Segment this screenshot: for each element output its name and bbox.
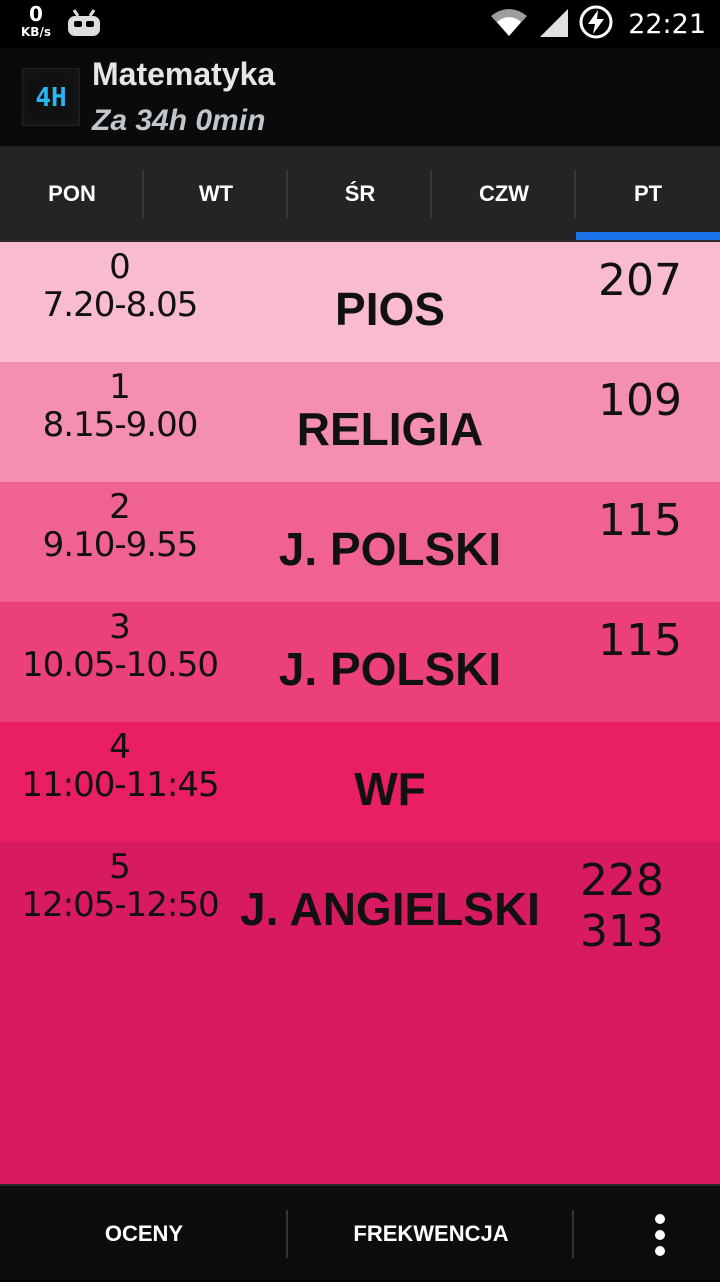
lesson-row[interactable]: 3 10.05-10.50 J. POLSKI 115: [0, 602, 720, 722]
lesson-number: 1: [109, 367, 131, 407]
lesson-subject: J. POLSKI: [278, 523, 502, 575]
tab-czw[interactable]: CZW: [432, 146, 576, 242]
tab-label: WT: [198, 181, 234, 206]
app-logo-icon[interactable]: 4H: [22, 68, 80, 126]
lesson-subject: PIOS: [335, 283, 445, 335]
lesson-subject: J. ANGIELSKI: [240, 883, 540, 935]
tab-pt[interactable]: PT: [576, 146, 720, 242]
lesson-time: 12:05-12:50: [21, 885, 219, 925]
tab-label: PT: [633, 181, 663, 206]
room-number: 207: [598, 255, 682, 306]
lesson-number: 3: [109, 607, 131, 647]
signal-icon: [538, 7, 569, 42]
network-speed-unit: KB/s: [21, 25, 51, 39]
grades-button-label: OCENY: [104, 1221, 184, 1246]
lesson-room: 207: [598, 255, 682, 307]
room-number: 115: [598, 495, 682, 546]
cyanogen-robot-icon: [66, 8, 102, 43]
bottom-action-bar: OCENY FREKWENCJA: [0, 1184, 720, 1280]
lesson-subject: WF: [354, 763, 426, 815]
status-bar: 0 KB/s 22:21: [0, 0, 720, 48]
room-number: 228: [580, 855, 664, 906]
tab-label: PON: [48, 181, 96, 206]
action-bar: 4H Matematyka Za 34h 0min: [0, 48, 720, 146]
lesson-row[interactable]: 2 9.10-9.55 J. POLSKI 115: [0, 482, 720, 602]
lesson-number: 2: [109, 487, 131, 527]
lesson-time: 10.05-10.50: [22, 645, 219, 685]
lesson-room: 115: [598, 615, 682, 667]
lesson-room: 115: [598, 495, 682, 547]
lesson-time: 8.15-9.00: [42, 405, 199, 445]
lesson-row[interactable]: 0 7.20-8.05 PIOS 207: [0, 242, 720, 362]
lesson-row[interactable]: 5 12:05-12:50 J. ANGIELSKI 228 313: [0, 842, 720, 1184]
lesson-room: 228 313: [580, 855, 664, 957]
lesson-row[interactable]: 4 11:00-11:45 WF: [0, 722, 720, 842]
network-speed-value: 0: [29, 2, 43, 26]
tab-sr[interactable]: ŚR: [288, 146, 432, 242]
more-vert-icon[interactable]: [654, 1214, 666, 1262]
tab-pon[interactable]: PON: [0, 146, 144, 242]
wifi-icon: [490, 8, 528, 41]
lesson-subject: RELIGIA: [296, 403, 484, 455]
tab-label: ŚR: [344, 181, 376, 206]
lesson-time: 11:00-11:45: [21, 765, 219, 805]
room-number: 109: [598, 375, 682, 426]
page-subtitle: Za 34h 0min: [92, 104, 266, 137]
room-number: 115: [598, 615, 682, 666]
app-logo-text: 4H: [35, 83, 66, 113]
lesson-room: 109: [598, 375, 682, 427]
grades-button[interactable]: OCENY: [0, 1186, 288, 1282]
tab-label: CZW: [478, 181, 530, 206]
lesson-time: 7.20-8.05: [42, 285, 199, 325]
attendance-button-label: FREKWENCJA: [353, 1221, 509, 1246]
lesson-list: 0 7.20-8.05 PIOS 207 1 8.15-9.00 RELIGIA 1…: [0, 242, 720, 1184]
room-number: 313: [580, 905, 664, 957]
page-title: Matematyka: [92, 56, 276, 92]
lesson-row[interactable]: 1 8.15-9.00 RELIGIA 109: [0, 362, 720, 482]
bottom-divider: [572, 1210, 574, 1258]
lesson-number: 4: [109, 727, 131, 767]
battery-charging-icon: [578, 4, 614, 45]
network-speed: 0 KB/s: [16, 4, 56, 38]
day-tabs: PON WT ŚR CZW PT: [0, 146, 720, 242]
lesson-time: 9.10-9.55: [42, 525, 199, 565]
lesson-number: 0: [109, 247, 131, 287]
lesson-subject: J. POLSKI: [278, 643, 502, 695]
attendance-button[interactable]: FREKWENCJA: [288, 1186, 574, 1282]
lesson-number: 5: [109, 847, 131, 887]
clock: 22:21: [628, 8, 706, 40]
tab-wt[interactable]: WT: [144, 146, 288, 242]
